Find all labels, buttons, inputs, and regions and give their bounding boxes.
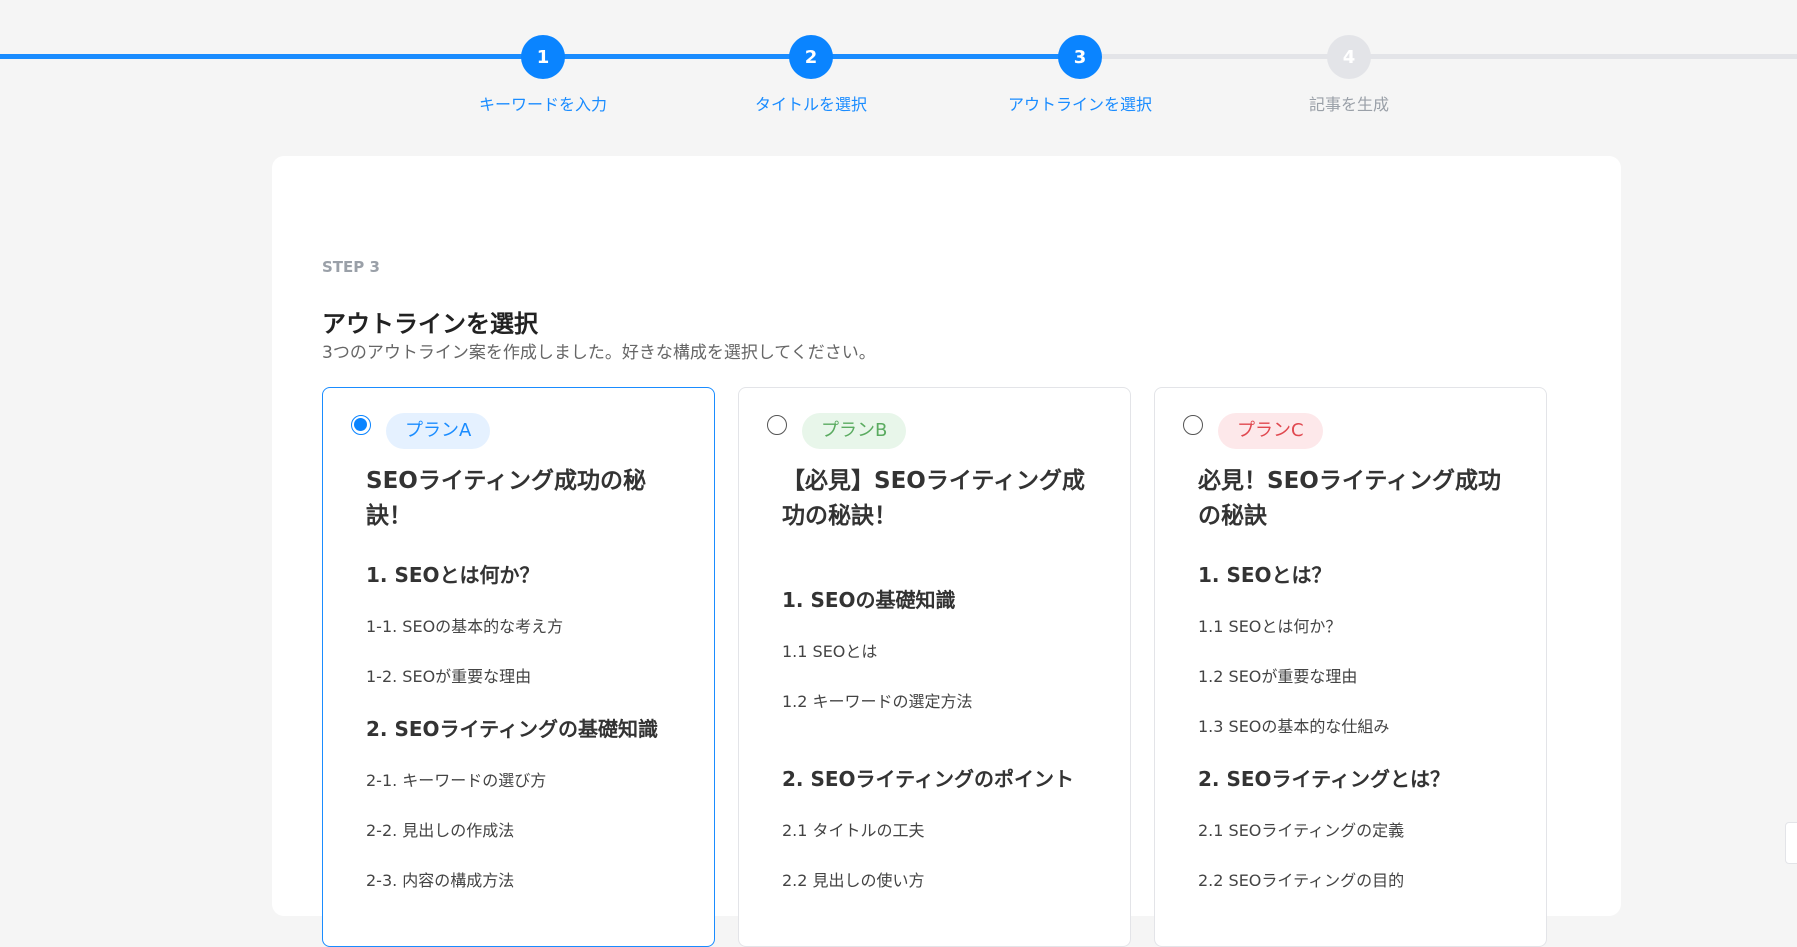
- page-subtitle: 3つのアウトライン案を作成しました。好きな構成を選択してください。: [322, 343, 876, 363]
- outline-subheading: 1.1 SEOとは: [782, 642, 878, 661]
- plan-a-radio[interactable]: [351, 415, 371, 435]
- side-scroll-tab[interactable]: [1785, 822, 1797, 864]
- outline-subheading: 2.1 SEOライティングの定義: [1198, 821, 1405, 840]
- plan-badge: プランB: [802, 413, 907, 449]
- outline-heading: 2. SEOライティングのポイント: [782, 767, 1074, 791]
- outline-subheading: 1.2 キーワードの選定方法: [782, 692, 973, 711]
- step-number: 1: [521, 35, 565, 79]
- outline-heading: 1. SEOの基礎知識: [782, 588, 956, 612]
- outline-subheading: 1.2 SEOが重要な理由: [1198, 667, 1358, 686]
- outline-subheading: 1.1 SEOとは何か？: [1198, 617, 1342, 636]
- outline-subheading: 1-1. SEOの基本的な考え方: [366, 617, 564, 636]
- outline-subheading: 1-2. SEOが重要な理由: [366, 667, 532, 686]
- plan-title: 必見！SEOライティング成功の秘訣: [1198, 468, 1501, 529]
- outline-subheading: 2-3. 内容の構成方法: [366, 871, 515, 890]
- outline-heading: 1. SEOとは何か？: [366, 563, 540, 587]
- step-number: 2: [789, 35, 833, 79]
- step-label: タイトルを選択: [754, 95, 867, 114]
- plan-title: 【必見】SEOライティング成功の秘訣！: [782, 468, 1085, 529]
- page-title: アウトラインを選択: [322, 310, 538, 338]
- progress-stepper: 1 キーワードを入力 2 タイトルを選択 3 アウトラインを選択 4 記事を生成: [0, 0, 1797, 130]
- step-label: アウトラインを選択: [1007, 95, 1152, 114]
- outline-subheading: 2.1 タイトルの工夫: [782, 821, 925, 840]
- outline-subheading: 2.2 見出しの使い方: [782, 871, 925, 890]
- plan-card-b[interactable]: プランB 【必見】SEOライティング成功の秘訣！ 1. SEOの基礎知識 1.1…: [738, 387, 1131, 947]
- plan-card-c[interactable]: プランC 必見！SEOライティング成功の秘訣 1. SEOとは？ 1.1 SEO…: [1154, 387, 1547, 947]
- plan-badge: プランA: [386, 413, 491, 449]
- outline-heading: 1. SEOとは？: [1198, 563, 1332, 587]
- outline-subheading: 2-1. キーワードの選び方: [366, 771, 547, 790]
- outline-subheading: 1.3 SEOの基本的な仕組み: [1198, 717, 1390, 736]
- step-number: 4: [1327, 35, 1371, 79]
- step-label: 記事を生成: [1308, 95, 1389, 114]
- plan-title: SEOライティング成功の秘訣！: [366, 468, 646, 529]
- step-label: キーワードを入力: [478, 95, 607, 114]
- outline-subheading: 2-2. 見出しの作成法: [366, 821, 515, 840]
- step-tag: STEP 3: [322, 258, 380, 276]
- outline-selection-card: STEP 3 アウトラインを選択 3つのアウトライン案を作成しました。好きな構成…: [272, 156, 1621, 947]
- plan-c-radio[interactable]: [1183, 415, 1203, 435]
- plan-badge: プランC: [1218, 413, 1323, 449]
- plan-b-radio[interactable]: [767, 415, 787, 435]
- outline-heading: 2. SEOライティングとは？: [1198, 767, 1450, 791]
- step-3: 3 アウトラインを選択: [980, 35, 1180, 115]
- outline-subheading: 2.2 SEOライティングの目的: [1198, 871, 1405, 890]
- outline-heading: 2. SEOライティングの基礎知識: [366, 717, 658, 741]
- plan-card-a[interactable]: プランA SEOライティング成功の秘訣！ 1. SEOとは何か？ 1-1. SE…: [322, 387, 715, 947]
- step-2: 2 タイトルを選択: [711, 35, 911, 115]
- step-4: 4 記事を生成: [1249, 35, 1449, 115]
- step-number: 3: [1058, 35, 1102, 79]
- step-1: 1 キーワードを入力: [443, 35, 643, 115]
